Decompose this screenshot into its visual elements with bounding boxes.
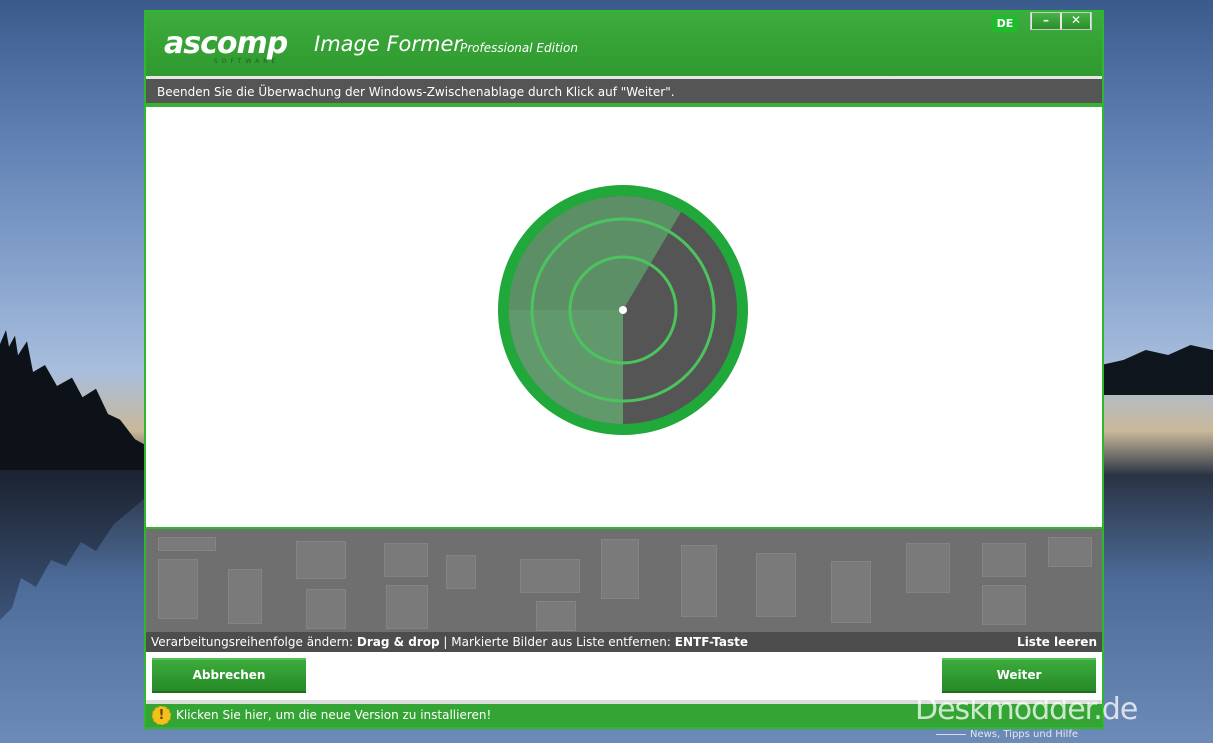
- thumbnail: [982, 585, 1026, 625]
- thumbnail: [296, 541, 346, 579]
- thumbnail: [906, 543, 950, 593]
- thumbnail: [601, 539, 639, 599]
- thumbnail: [384, 543, 428, 577]
- thumbnail: [158, 537, 216, 551]
- ascomp-logo: ascomp SOFTWARE: [164, 24, 306, 66]
- instruction-text: Beenden Sie die Überwachung der Windows-…: [146, 79, 1102, 105]
- next-button[interactable]: Weiter: [942, 658, 1096, 693]
- thumbnail: [386, 585, 428, 629]
- update-notice-text: Klicken Sie hier, um die neue Version zu…: [176, 708, 492, 722]
- thumbnail: [681, 545, 717, 617]
- thumbnail: [982, 543, 1026, 577]
- thumbnail: [520, 559, 580, 593]
- thumbnail: [446, 555, 476, 589]
- watermark-logo: Deskmodder.de: [915, 692, 1138, 727]
- remove-hint-label: Markierte Bilder aus Liste entfernen:: [451, 635, 671, 649]
- order-hint-label: Verarbeitungsreihenfolge ändern:: [151, 635, 354, 649]
- app-title: Image Former: [314, 32, 463, 56]
- app-window: ascomp SOFTWARE Image Former Professiona…: [144, 10, 1104, 729]
- thumbnail: [536, 601, 576, 631]
- minimize-button[interactable]: –: [1032, 13, 1060, 29]
- thumbnail: [306, 589, 346, 629]
- monitoring-area: [146, 107, 1102, 527]
- thumbnail: [756, 553, 796, 617]
- image-thumbnail-list[interactable]: [146, 527, 1102, 634]
- radar-scanner-icon: [498, 185, 748, 435]
- app-edition: Professional Edition: [460, 41, 578, 55]
- thumbnail: [1048, 537, 1092, 567]
- language-toggle-button[interactable]: DE: [992, 15, 1018, 32]
- watermark-tagline: News, Tipps und Hilfe: [917, 729, 1093, 743]
- app-header: ascomp SOFTWARE Image Former Professiona…: [146, 12, 1102, 76]
- clear-list-link[interactable]: Liste leeren: [1017, 632, 1097, 652]
- logo-subtext: SOFTWARE: [214, 58, 280, 65]
- close-button[interactable]: ✕: [1062, 13, 1090, 29]
- desktop-tree-silhouette: [0, 330, 150, 470]
- cancel-button[interactable]: Abbrechen: [152, 658, 306, 693]
- remove-hint-action: ENTF-Taste: [674, 635, 749, 649]
- thumbnail: [831, 561, 871, 623]
- info-separator: |: [443, 635, 448, 649]
- logo-text: ascomp: [164, 26, 288, 61]
- warning-icon: !: [152, 706, 171, 725]
- thumbnail: [228, 569, 262, 624]
- window-controls: – ✕: [1030, 12, 1092, 30]
- list-info-bar: Verarbeitungsreihenfolge ändern: Drag & …: [146, 632, 1102, 652]
- desktop-shore-silhouette: [1101, 345, 1213, 395]
- desktop-lake-reflection: [0, 470, 150, 620]
- order-hint-action: Drag & drop: [356, 635, 440, 649]
- thumbnail: [158, 559, 198, 619]
